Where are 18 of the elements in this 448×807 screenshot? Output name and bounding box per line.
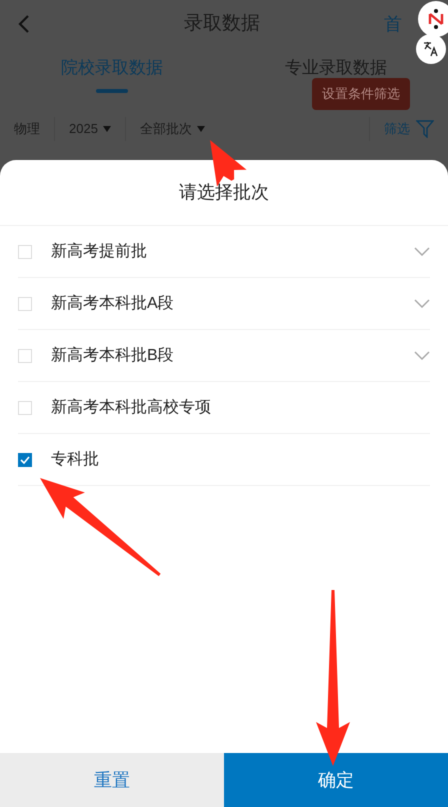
chevron-down-icon[interactable]	[414, 247, 430, 256]
batch-option[interactable]: 新高考本科批A段	[18, 278, 430, 330]
caret-icon	[196, 126, 205, 132]
batch-option[interactable]: 新高考本科批B段	[18, 330, 430, 382]
translate-icon[interactable]	[416, 34, 446, 64]
app-logo-icon[interactable]	[418, 1, 448, 37]
reset-button[interactable]: 重置	[0, 753, 224, 807]
chevron-down-icon[interactable]	[414, 299, 430, 308]
sheet-title: 请选择批次	[179, 181, 269, 204]
batch-option[interactable]: 新高考提前批	[18, 226, 430, 278]
tooltip: 设置条件筛选	[312, 78, 410, 110]
back-icon[interactable]	[18, 14, 30, 34]
checkbox[interactable]	[18, 452, 32, 466]
funnel-icon	[416, 120, 434, 138]
chevron-down-icon[interactable]	[414, 351, 430, 360]
caret-icon	[102, 126, 111, 132]
confirm-button[interactable]: 确定	[224, 753, 448, 807]
batch-option[interactable]: 新高考本科批高校专项	[18, 382, 430, 434]
